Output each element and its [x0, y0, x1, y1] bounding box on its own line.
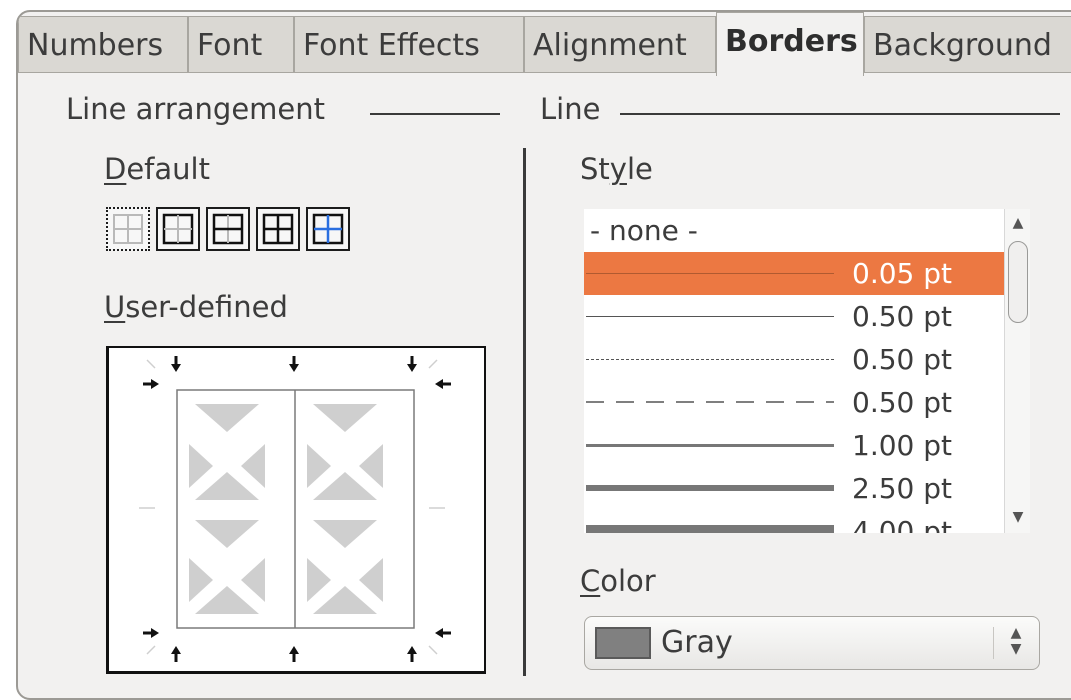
- line-style-list[interactable]: - none - 0.05 pt 0.50 pt 0.50 pt 0.50 pt…: [584, 209, 1030, 533]
- default-label: Default: [104, 152, 210, 186]
- line-heading-rule: [620, 113, 1060, 115]
- line-sample: [586, 273, 834, 274]
- style-label-start: St: [580, 152, 610, 186]
- style-option-label: 1.00 pt: [852, 429, 952, 462]
- no-borders-icon[interactable]: [106, 207, 150, 251]
- user-defined-label-mnemonic: U: [104, 290, 126, 324]
- color-dropdown-value: Gray: [661, 625, 733, 660]
- updown-arrows-icon: ▲ ▼: [1010, 625, 1022, 657]
- line-sample: [586, 401, 834, 403]
- style-label-end: le: [626, 152, 653, 186]
- style-option-solid-thicker[interactable]: 4.00 pt: [584, 510, 1004, 533]
- outer-border-all-inner-icon[interactable]: [256, 207, 300, 251]
- style-option-solid-thick[interactable]: 2.50 pt: [584, 467, 1004, 510]
- color-swatch: [595, 627, 651, 659]
- style-label: Style: [580, 152, 653, 186]
- color-label: Color: [580, 564, 656, 598]
- style-option-label: 0.50 pt: [852, 386, 952, 419]
- scroll-up-icon[interactable]: ▲: [1008, 211, 1028, 235]
- section-divider: [523, 148, 526, 676]
- tab-alignment[interactable]: Alignment: [524, 16, 716, 72]
- line-sample: [586, 359, 834, 360]
- line-sample: [586, 444, 834, 447]
- line-sample: [586, 316, 834, 317]
- color-dropdown[interactable]: Gray ▲ ▼: [584, 616, 1040, 670]
- line-arrangement-heading: Line arrangement: [66, 92, 326, 126]
- tab-font[interactable]: Font: [188, 16, 294, 72]
- line-sample: [586, 485, 834, 491]
- style-option-label: 2.50 pt: [852, 472, 952, 505]
- tab-numbers[interactable]: Numbers: [18, 16, 188, 72]
- style-option-label: 4.00 pt: [852, 515, 952, 533]
- style-option-dotted[interactable]: 0.50 pt: [584, 338, 1004, 381]
- dropdown-separator: [993, 627, 994, 659]
- tab-underline: [18, 72, 1071, 73]
- style-list-scrollbar[interactable]: ▲ ▼: [1004, 209, 1030, 533]
- style-option-label: 0.50 pt: [852, 343, 952, 376]
- border-preview-canvas: [139, 356, 451, 662]
- user-defined-border-preview[interactable]: [106, 346, 486, 674]
- default-label-mnemonic: D: [104, 152, 127, 186]
- tab-background[interactable]: Background: [864, 16, 1071, 72]
- default-label-rest: efault: [126, 152, 210, 186]
- tab-borders[interactable]: Borders: [716, 12, 864, 76]
- color-label-mnemonic: C: [580, 564, 601, 598]
- scroll-down-icon[interactable]: ▼: [1008, 505, 1028, 529]
- line-arrangement-rule: [370, 113, 500, 115]
- outer-border-blue-inner-icon[interactable]: [306, 207, 350, 251]
- line-heading: Line: [540, 92, 601, 126]
- style-option-solid-thin[interactable]: 0.50 pt: [584, 295, 1004, 338]
- scroll-thumb[interactable]: [1008, 241, 1028, 323]
- user-defined-label: User-defined: [104, 290, 288, 324]
- tab-bar: Numbers Font Font Effects Alignment Bord…: [18, 12, 1071, 76]
- format-cells-dialog: Numbers Font Font Effects Alignment Bord…: [16, 10, 1071, 700]
- user-defined-label-rest: ser-defined: [125, 290, 288, 324]
- style-label-mnemonic: y: [609, 152, 627, 186]
- style-option-label: 0.50 pt: [852, 300, 952, 333]
- outer-border-only-icon[interactable]: [156, 207, 200, 251]
- style-option-hairline[interactable]: 0.05 pt: [584, 252, 1004, 295]
- line-sample: [586, 525, 834, 533]
- style-option-label: 0.05 pt: [852, 257, 952, 290]
- style-option-dashed[interactable]: 0.50 pt: [584, 381, 1004, 424]
- outer-border-horizontal-icon[interactable]: [206, 207, 250, 251]
- style-option-none[interactable]: - none -: [584, 209, 1004, 252]
- style-option-label: - none -: [590, 214, 698, 247]
- color-label-rest: olor: [600, 564, 656, 598]
- tab-font-effects[interactable]: Font Effects: [294, 16, 524, 72]
- style-option-solid-medium[interactable]: 1.00 pt: [584, 424, 1004, 467]
